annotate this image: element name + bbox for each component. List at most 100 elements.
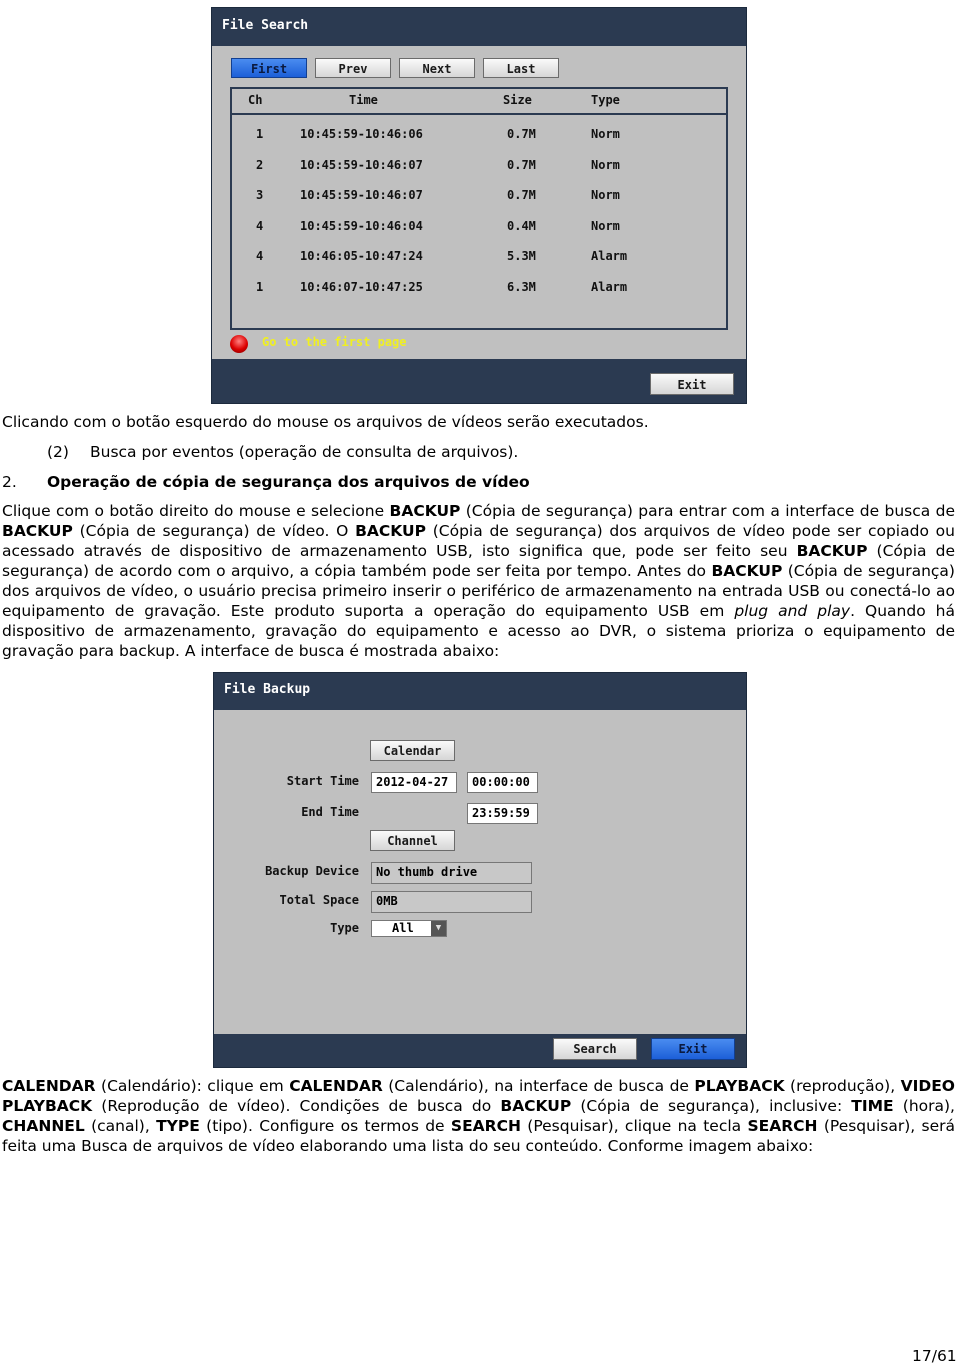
first-button[interactable]: First: [231, 58, 307, 78]
bold-term: BACKUP: [2, 522, 73, 540]
last-button[interactable]: Last: [483, 58, 559, 78]
type-label: Type: [330, 921, 359, 935]
search-button[interactable]: Search: [553, 1038, 637, 1060]
col-type: Type: [591, 93, 620, 107]
table-row[interactable]: 4 10:46:05-10:47:24 5.3M Alarm: [232, 249, 726, 269]
status-led-icon: [230, 335, 248, 353]
row-ch: 1: [256, 127, 264, 141]
row-type: Norm: [591, 157, 620, 172]
prev-button[interactable]: Prev: [315, 58, 391, 78]
row-ch: 2: [256, 157, 264, 172]
row-time: 10:46:07-10:47:25: [300, 279, 423, 294]
row-ch: 4: [256, 249, 264, 263]
table-row[interactable]: 2 10:45:59-10:46:07 0.7M Norm: [232, 158, 726, 178]
type-select[interactable]: All ▼: [371, 920, 447, 937]
bold-term: CALENDAR: [2, 1077, 96, 1095]
bold-term: SEARCH: [747, 1117, 818, 1135]
row-type: Alarm: [591, 279, 628, 294]
file-table: Ch Time Size Type 1 10:45:59-10:46:06 0.7M…: [230, 87, 728, 330]
table-row[interactable]: 4 10:45:59-10:46:04 0.4M Norm: [232, 219, 726, 239]
bold-term: SEARCH: [450, 1117, 521, 1135]
table-row[interactable]: 1 10:46:07-10:47:25 6.3M Alarm: [232, 280, 726, 300]
text-segment: (reprodução),: [784, 1077, 901, 1095]
caption: Clicando com o botão esquerdo do mouse o…: [2, 413, 649, 431]
start-date-input[interactable]: 2012-04-27: [371, 772, 457, 793]
list-item-text: Busca por eventos (operação de consulta …: [90, 443, 519, 461]
section-heading: Operação de cópia de segurança dos arqui…: [47, 473, 530, 491]
bold-term: BACKUP: [389, 502, 461, 520]
total-space-label: Total Space: [279, 893, 359, 907]
row-type: Norm: [591, 218, 620, 233]
row-type: Norm: [591, 127, 620, 141]
backup-device-field: No thumb drive: [371, 862, 532, 884]
text-segment: (Cópia de segurança), inclusive:: [571, 1097, 852, 1115]
body-paragraph-2: CALENDAR (Calendário): clique em CALENDA…: [2, 1076, 955, 1156]
text-segment: (Reprodução de vídeo). Condições de busc…: [92, 1097, 501, 1115]
type-select-value: All: [392, 921, 414, 935]
text-segment: plug and play: [734, 602, 851, 620]
bold-term: CALENDAR: [289, 1077, 383, 1095]
text-segment: (Calendário): clique em: [95, 1077, 290, 1095]
file-backup-header: File Backup: [214, 673, 746, 710]
row-time: 10:45:59-10:46:06: [300, 127, 423, 141]
row-size: 0.7M: [507, 157, 536, 172]
bold-term: PLAYBACK: [694, 1077, 785, 1095]
row-ch: 1: [256, 279, 264, 294]
row-time: 10:46:05-10:47:24: [300, 249, 423, 263]
file-search-window: File Search First Prev Next Last Ch Time…: [211, 7, 747, 404]
row-size: 0.7M: [507, 127, 536, 141]
text-segment: (canal),: [84, 1117, 157, 1135]
calendar-button[interactable]: Calendar: [370, 740, 455, 761]
text-segment: Clique com o botão direito do mouse e se…: [2, 502, 390, 520]
row-ch: 4: [256, 218, 264, 233]
file-search-header: File Search: [212, 8, 746, 46]
col-time: Time: [349, 93, 378, 107]
row-size: 0.7M: [507, 188, 536, 202]
col-ch: Ch: [248, 93, 263, 107]
list-item-number: (2): [47, 443, 69, 461]
bold-term: CHANNEL: [2, 1117, 85, 1135]
row-type: Alarm: [591, 249, 628, 263]
text-segment: (tipo). Configure os termos de: [199, 1117, 451, 1135]
table-row[interactable]: 1 10:45:59-10:46:06 0.7M Norm: [232, 127, 726, 147]
row-size: 5.3M: [507, 249, 536, 263]
bold-term: BACKUP: [711, 562, 783, 580]
bold-term: BACKUP: [500, 1097, 572, 1115]
window-title: File Backup: [224, 682, 311, 697]
status-message: Go to the first page: [262, 335, 407, 349]
file-search-footer: Exit: [212, 359, 746, 403]
section-number: 2.: [2, 473, 17, 491]
document-page: File Search First Prev Next Last Ch Time…: [0, 0, 960, 1363]
bold-term: BACKUP: [796, 542, 868, 560]
text-segment: (Calendário), na interface de busca de: [382, 1077, 695, 1095]
end-time-input[interactable]: 23:59:59: [467, 803, 538, 824]
total-space-field: 0MB: [371, 891, 532, 913]
page-number: 17/61: [912, 1347, 957, 1363]
end-time-label: End Time: [301, 805, 359, 819]
table-row[interactable]: 3 10:45:59-10:46:07 0.7M Norm: [232, 188, 726, 208]
bold-term: BACKUP: [355, 522, 426, 540]
chevron-down-icon[interactable]: ▼: [431, 921, 446, 936]
text-segment: (Cópia de segurança) de vídeo. O: [72, 522, 356, 540]
bold-term: TIME: [851, 1097, 894, 1115]
body-paragraph-1: Clique com o botão direito do mouse e se…: [2, 501, 955, 661]
file-backup-window: File Backup Calendar Start Time 2012-04-…: [213, 672, 747, 1068]
row-time: 10:45:59-10:46:07: [300, 157, 423, 172]
exit-button[interactable]: Exit: [651, 1038, 735, 1060]
window-title: File Search: [222, 18, 309, 33]
text-segment: (hora),: [893, 1097, 955, 1115]
file-backup-footer: Search Exit: [214, 1034, 746, 1067]
table-header: Ch Time Size Type: [232, 89, 726, 115]
row-size: 6.3M: [507, 279, 536, 294]
exit-button[interactable]: Exit: [650, 373, 734, 395]
row-time: 10:45:59-10:46:04: [300, 218, 423, 233]
row-ch: 3: [256, 188, 264, 202]
row-type: Norm: [591, 188, 620, 202]
next-button[interactable]: Next: [399, 58, 475, 78]
bold-term: TYPE: [156, 1117, 200, 1135]
col-size: Size: [503, 93, 532, 107]
start-time-label: Start Time: [286, 774, 359, 788]
channel-button[interactable]: Channel: [370, 830, 455, 851]
text-segment: (Cópia de segurança) para entrar com a i…: [460, 502, 955, 520]
start-time-input[interactable]: 00:00:00: [467, 772, 538, 793]
